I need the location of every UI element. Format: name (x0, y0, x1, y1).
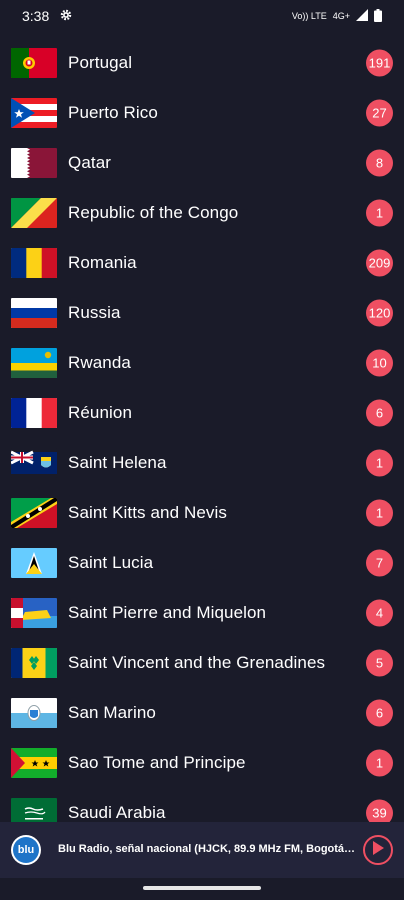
mini-player[interactable]: blu Blu Radio, señal nacional (HJCK, 89.… (0, 822, 404, 878)
country-row-saint-lucia[interactable]: Saint Lucia 7 (0, 538, 404, 588)
signal-icon (356, 9, 368, 23)
country-name: Portugal (68, 53, 133, 72)
country-row-saint-pierre[interactable]: Saint Pierre and Miquelon 4 (0, 588, 404, 638)
country-name: Réunion (68, 403, 133, 422)
country-list[interactable]: Portugal 191 Puerto Rico 27 Qatar 8 Republic o… (0, 38, 404, 822)
country-name: Russia (68, 303, 121, 322)
country-name: Saint Kitts and Nevis (68, 503, 227, 522)
country-name: Saint Helena (68, 453, 167, 472)
saint-lucia-flag-icon (11, 548, 57, 578)
navigation-area (0, 878, 404, 900)
country-name: San Marino (68, 703, 156, 722)
station-count-badge: 1 (366, 449, 393, 477)
country-name: Puerto Rico (68, 103, 158, 122)
battery-icon (374, 8, 382, 24)
country-row-san-marino[interactable]: San Marino 6 (0, 688, 404, 738)
country-name: Saint Lucia (68, 553, 154, 572)
qatar-flag-icon (11, 148, 57, 178)
saint-helena-flag-icon (11, 448, 57, 478)
station-count-badge: 8 (366, 149, 393, 177)
country-row-rwanda[interactable]: Rwanda 10 (0, 338, 404, 388)
country-name: Rwanda (68, 353, 131, 372)
station-count-badge: 1 (366, 749, 393, 777)
country-row-qatar[interactable]: Qatar 8 (0, 138, 404, 188)
play-button[interactable] (363, 835, 393, 865)
country-row-congo[interactable]: Republic of the Congo 1 (0, 188, 404, 238)
saint-kitts-flag-icon (11, 498, 57, 528)
country-row-saudi-arabia[interactable]: Saudi Arabia 39 (0, 788, 404, 822)
gear-icon (59, 8, 73, 25)
status-right: Vo)) LTE 4G+ (291, 8, 382, 24)
station-count-badge: 7 (366, 549, 393, 577)
country-row-reunion[interactable]: Réunion 6 (0, 388, 404, 438)
puerto-rico-flag-icon (11, 98, 57, 128)
network-label: Vo)) LTE (291, 11, 327, 21)
station-count-badge: 39 (366, 799, 393, 822)
rwanda-flag-icon (11, 348, 57, 378)
country-name: Sao Tome and Principe (68, 753, 246, 772)
gesture-bar[interactable] (143, 886, 261, 890)
station-count-badge: 1 (366, 499, 393, 527)
station-count-badge: 5 (366, 649, 393, 677)
portugal-flag-icon (11, 48, 57, 78)
now-playing-title[interactable]: Blu Radio, señal nacional (HJCK, 89.9 MH… (58, 843, 358, 855)
station-count-badge: 27 (366, 99, 393, 127)
station-count-badge: 6 (366, 699, 393, 727)
congo-flag-icon (11, 198, 57, 228)
station-count-badge: 10 (366, 349, 393, 377)
play-icon (372, 840, 384, 860)
country-name: Republic of the Congo (68, 203, 239, 222)
station-count-badge: 120 (366, 299, 393, 327)
country-row-saint-vincent[interactable]: Saint Vincent and the Grenadines 5 (0, 638, 404, 688)
station-count-badge: 209 (366, 249, 393, 277)
san-marino-flag-icon (11, 698, 57, 728)
country-row-russia[interactable]: Russia 120 (0, 288, 404, 338)
country-row-puerto-rico[interactable]: Puerto Rico 27 (0, 88, 404, 138)
station-logo: blu (11, 835, 41, 865)
romania-flag-icon (11, 248, 57, 278)
station-count-badge: 6 (366, 399, 393, 427)
country-row-portugal[interactable]: Portugal 191 (0, 38, 404, 88)
station-count-badge: 1 (366, 199, 393, 227)
country-name: Saint Vincent and the Grenadines (68, 653, 326, 672)
signal-label: 4G+ (332, 11, 350, 21)
status-left: 3:38 (22, 8, 73, 25)
station-count-badge: 191 (366, 49, 393, 77)
country-row-sao-tome[interactable]: Sao Tome and Principe 1 (0, 738, 404, 788)
country-name: Romania (68, 253, 137, 272)
country-name: Saint Pierre and Miquelon (68, 603, 267, 622)
country-name: Qatar (68, 153, 112, 172)
saudi-arabia-flag-icon (11, 798, 57, 822)
country-row-romania[interactable]: Romania 209 (0, 238, 404, 288)
country-row-saint-helena[interactable]: Saint Helena 1 (0, 438, 404, 488)
reunion-flag-icon (11, 398, 57, 428)
country-name: Saudi Arabia (68, 803, 166, 822)
sao-tome-flag-icon (11, 748, 57, 778)
russia-flag-icon (11, 298, 57, 328)
status-time: 3:38 (22, 8, 50, 24)
station-logo-text: blu (13, 837, 39, 863)
country-row-saint-kitts[interactable]: Saint Kitts and Nevis 1 (0, 488, 404, 538)
saint-pierre-flag-icon (11, 598, 57, 628)
saint-vincent-flag-icon (11, 648, 57, 678)
status-bar: 3:38 Vo)) LTE 4G+ (0, 0, 404, 32)
station-count-badge: 4 (366, 599, 393, 627)
